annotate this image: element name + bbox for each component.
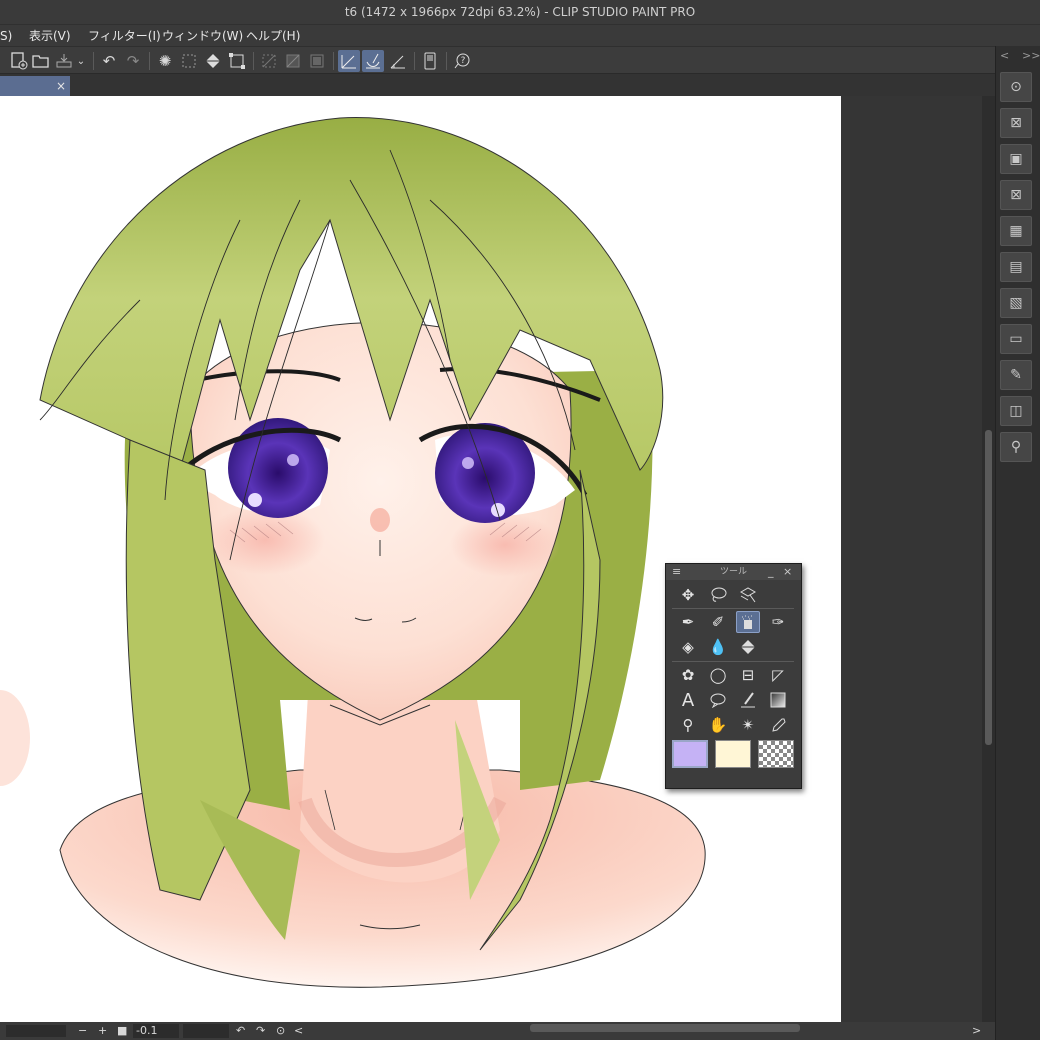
pencil-tool-icon[interactable]: ✐ — [706, 611, 730, 633]
help-icon[interactable]: ? — [451, 50, 473, 72]
command-bar: ⌄ ↶ ↷ ✺ ? — [0, 46, 995, 74]
document-tab-bar — [0, 74, 995, 96]
zoom-in-button[interactable]: + — [98, 1022, 107, 1040]
navigator-icon[interactable]: ⊙ — [1000, 72, 1032, 102]
correct-line-tool-icon[interactable] — [736, 689, 760, 711]
menu-item-filter[interactable]: フィルター(I) — [88, 25, 161, 47]
svg-text:?: ? — [461, 56, 466, 66]
menu-item-view[interactable]: 表示(V) — [29, 25, 71, 47]
text-tool-icon[interactable]: A — [676, 689, 700, 711]
move-tool-icon[interactable]: ✥ — [676, 584, 700, 606]
device-icon[interactable] — [419, 50, 441, 72]
frame-border-tool-icon[interactable]: ⊟ — [736, 664, 760, 686]
zoom-out-button[interactable]: − — [78, 1022, 87, 1040]
stop-icon[interactable]: ■ — [117, 1022, 127, 1040]
eraser-tool-icon[interactable]: ◈ — [676, 636, 700, 658]
select-all-icon[interactable] — [178, 50, 200, 72]
menu-item-help[interactable]: ヘルプ(H) — [246, 25, 300, 47]
tool-palette-title-text: ツール — [719, 567, 747, 577]
status-bar: − + ■ -0.1 ↶ ↷ ⊙ < > — [0, 1022, 995, 1040]
balloon-tool-icon[interactable] — [706, 689, 730, 711]
loading-icon[interactable]: ✺ — [154, 50, 176, 72]
material-4-icon[interactable]: ▤ — [1000, 252, 1032, 282]
new-canvas-icon[interactable] — [8, 50, 30, 72]
main-color-swatch[interactable] — [672, 740, 708, 768]
gradient-tool-icon[interactable] — [766, 689, 790, 711]
pen-tool-icon[interactable]: ✒ — [676, 611, 700, 633]
snap-ruler-icon[interactable] — [338, 50, 360, 72]
fill-tool-icon[interactable] — [736, 636, 760, 658]
panel-collapse-left-icon[interactable]: < — [1000, 49, 1009, 62]
snap-grid-icon[interactable] — [387, 50, 409, 72]
dropdown-icon[interactable]: ⌄ — [73, 50, 89, 72]
open-icon[interactable] — [30, 50, 52, 72]
tool-palette-title[interactable]: ツール — [666, 564, 801, 580]
fill-icon[interactable] — [202, 50, 224, 72]
redo-icon[interactable]: ↷ — [122, 50, 144, 72]
vertical-scroll-thumb[interactable] — [985, 430, 992, 745]
hand-tool-icon[interactable]: ✋ — [706, 714, 730, 736]
palette-menu-icon[interactable]: ≡ — [672, 564, 681, 580]
palette-minimize-icon[interactable]: _ — [768, 564, 774, 580]
panel-expand-icon[interactable]: >> — [1022, 49, 1040, 62]
undo-icon[interactable]: ↶ — [98, 50, 120, 72]
palette-close-icon[interactable]: × — [783, 564, 792, 580]
drawing-canvas[interactable] — [0, 96, 841, 1022]
material-2-icon[interactable]: ⊠ — [1000, 180, 1032, 210]
horizontal-scroll-thumb[interactable] — [530, 1024, 800, 1032]
zoom-tool-icon[interactable]: ⚲ — [676, 714, 700, 736]
hide-selection-icon[interactable] — [258, 50, 280, 72]
decoration-tool-icon[interactable]: ✑ — [766, 611, 790, 633]
material-7-icon[interactable]: ✎ — [1000, 360, 1032, 390]
lasso-select-tool-icon[interactable] — [706, 584, 730, 606]
rotate-right-button[interactable]: ↷ — [256, 1022, 265, 1040]
figure-circle-tool-icon[interactable]: ◯ — [706, 664, 730, 686]
snap-special-ruler-icon[interactable] — [362, 50, 384, 72]
layer-select-tool-icon[interactable] — [736, 584, 760, 606]
material-5-icon[interactable]: ▧ — [1000, 288, 1032, 318]
eyedropper-tool-icon[interactable] — [766, 714, 790, 736]
window-title-bar: t6 (1472 x 1966px 72dpi 63.2%) - CLIP ST… — [0, 0, 1040, 24]
sub-color-swatch[interactable] — [715, 740, 751, 768]
material-6-icon[interactable]: ▭ — [1000, 324, 1032, 354]
save-icon[interactable] — [53, 50, 75, 72]
reset-rotation-button[interactable]: ⊙ — [276, 1022, 285, 1040]
material-8-icon[interactable]: ◫ — [1000, 396, 1032, 426]
material-3-icon[interactable]: ▦ — [1000, 216, 1032, 246]
ruler-tool-icon[interactable]: ◸ — [766, 664, 790, 686]
material-icon[interactable]: ▣ — [1000, 144, 1032, 174]
figure-icon[interactable]: ⚲ — [1000, 432, 1032, 462]
auto-select-tool-icon[interactable]: ✴ — [736, 714, 760, 736]
sub-view-icon[interactable]: ⊠ — [1000, 108, 1032, 138]
transparent-color-swatch[interactable] — [758, 740, 794, 768]
rotation-value-field[interactable]: -0.1 — [133, 1024, 179, 1038]
blend-tool-icon[interactable]: 💧 — [706, 636, 730, 658]
figure-gear-tool-icon[interactable]: ✿ — [676, 664, 700, 686]
scroll-left-button[interactable]: < — [294, 1022, 303, 1040]
illustration — [0, 117, 706, 988]
rotate-left-button[interactable]: ↶ — [236, 1022, 245, 1040]
tab-close-icon[interactable]: × — [54, 76, 68, 96]
rotation-slider[interactable] — [183, 1024, 229, 1038]
menu-item-window[interactable]: ウィンドウ(W) — [162, 25, 243, 47]
navigator-slider[interactable] — [6, 1025, 66, 1037]
transform-icon[interactable] — [226, 50, 248, 72]
clear-icon[interactable] — [282, 50, 304, 72]
fill-selection-icon[interactable] — [306, 50, 328, 72]
airbrush-tool-icon[interactable] — [736, 611, 760, 633]
menu-bar: S) 表示(V) フィルター(I) ウィンドウ(W) ヘルプ(H) — [0, 24, 1040, 46]
scroll-right-button[interactable]: > — [972, 1022, 981, 1040]
menu-item-partial[interactable]: S) — [0, 25, 12, 47]
window-title: t6 (1472 x 1966px 72dpi 63.2%) - CLIP ST… — [344, 5, 696, 19]
